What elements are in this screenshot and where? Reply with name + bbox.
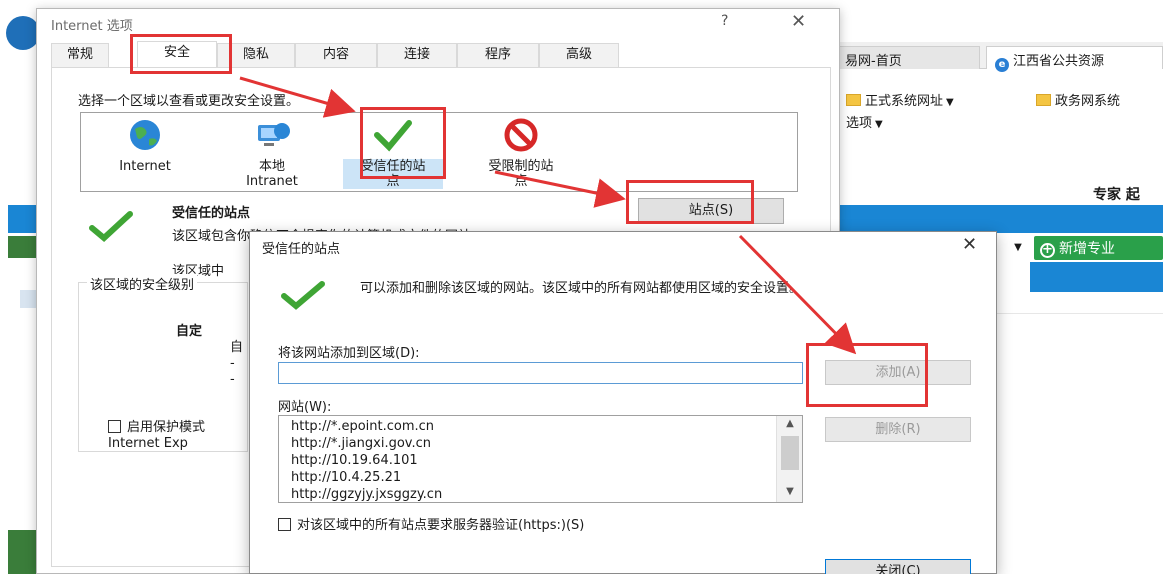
add-button[interactable]: 添加(A) [825,360,971,385]
zone-selector: Internet 本地 Intranet 受信任的站 点 受限制的站 点 [80,112,798,192]
zone-local-intranet[interactable]: 本地 Intranet [227,117,317,189]
add-site-input[interactable] [278,362,803,384]
tab-connections[interactable]: 连接 [377,43,457,67]
security-level-label: 该区域的安全级别 [87,274,198,293]
sites-button[interactable]: 站点(S) [638,198,784,224]
dropdown-caret-icon[interactable]: ▼ [1007,238,1029,258]
ie-icon: e [995,58,1009,72]
edge-green-block [8,530,36,574]
dialog-title: 受信任的站点 [262,242,341,257]
checkmark-icon [89,211,133,242]
checkmark-icon [374,120,412,152]
table-header-cell [1030,262,1163,292]
custom-level-detail: 自 - - [230,340,244,387]
require-https-checkbox[interactable]: 对该区域中的所有站点要求服务器验证(https:)(S) [278,514,584,533]
favorite-item[interactable]: 政务网系统 [1036,90,1120,109]
tab-label: 易网-首页 [845,54,902,69]
zone-instruction: 选择一个区域以查看或更改安全设置。 [78,94,300,109]
help-button[interactable]: ? [721,13,728,29]
add-professional-button[interactable]: + 新增专业 [1034,236,1163,260]
checkbox-icon[interactable] [108,420,121,433]
dialog-title: Internet 选项 [51,19,133,34]
protected-mode-checkbox[interactable]: 启用保护模式 Internet Exp [108,420,205,452]
folder-icon [846,94,861,106]
tab-programs[interactable]: 程序 [457,43,539,67]
websites-scrollbar[interactable]: ▲ ▼ [776,416,802,502]
restricted-icon [504,118,538,152]
browser-tab-active[interactable]: e 江西省公共资源 [986,46,1163,72]
plus-icon: + [1040,243,1055,258]
close-icon[interactable]: ✕ [791,11,806,32]
list-item[interactable]: http://10.19.64.101 [291,452,418,469]
ie-logo-icon [6,16,40,50]
websites-list[interactable]: http://*.epoint.com.cn http://*.jiangxi.… [278,415,803,503]
edge-grey-block [20,290,36,308]
chevron-down-icon: ▼ [875,119,883,130]
close-button[interactable]: 关闭(C) [825,559,971,574]
trusted-sites-dialog: 受信任的站点 ✕ 可以添加和删除该区域的网站。该区域中的所有网站都使用区域的安全… [249,231,997,574]
chevron-up-icon[interactable]: ▲ [777,418,802,429]
tab-label: 江西省公共资源 [1013,54,1105,69]
websites-label: 网站(W): [278,400,332,415]
trusted-sites-info: 可以添加和删除该区域的网站。该区域中的所有网站都使用区域的安全设置。 [360,281,803,296]
folder-icon [1036,94,1051,106]
list-item[interactable]: http://ggzyjy.jxsggzy.cn [291,486,442,502]
page-brand-text: 专家 起 [1093,187,1140,203]
tab-general[interactable]: 常规 [51,43,109,67]
favorite-item[interactable]: 正式系统网址 ▼ [846,90,954,109]
globe-icon [130,120,160,150]
zone-title: 受信任的站点 [172,206,251,221]
zone-internet[interactable]: Internet [105,117,185,174]
edge-blue-block [8,205,36,233]
close-icon[interactable]: ✕ [962,234,977,255]
chevron-down-icon[interactable]: ▼ [777,486,802,497]
tab-content[interactable]: 内容 [295,43,377,67]
edge-green-block [8,236,36,258]
left-edge [0,0,40,574]
scrollbar-thumb[interactable] [781,436,799,470]
tab-privacy[interactable]: 隐私 [217,43,295,67]
tab-advanced[interactable]: 高级 [539,43,619,67]
list-item[interactable]: http://10.4.25.21 [291,469,401,486]
list-item[interactable]: http://*.jiangxi.gov.cn [291,435,431,452]
custom-level-label: 自定 [176,324,203,339]
tab-security[interactable]: 安全 [137,41,217,67]
command-bar-options[interactable]: 选项 ▼ [846,112,883,131]
remove-button[interactable]: 删除(R) [825,417,971,442]
list-item[interactable]: http://*.epoint.com.cn [291,418,434,435]
add-site-label: 将该网站添加到区域(D): [278,346,420,361]
intranet-icon [258,123,290,146]
chevron-down-icon: ▼ [946,97,954,108]
browser-tab[interactable]: 易网-首页 [836,46,980,69]
checkbox-icon[interactable] [278,518,291,531]
zone-trusted-sites[interactable]: 受信任的站 点 [343,117,443,189]
checkmark-icon [281,281,325,310]
zone-restricted-sites[interactable]: 受限制的站 点 [471,117,571,189]
